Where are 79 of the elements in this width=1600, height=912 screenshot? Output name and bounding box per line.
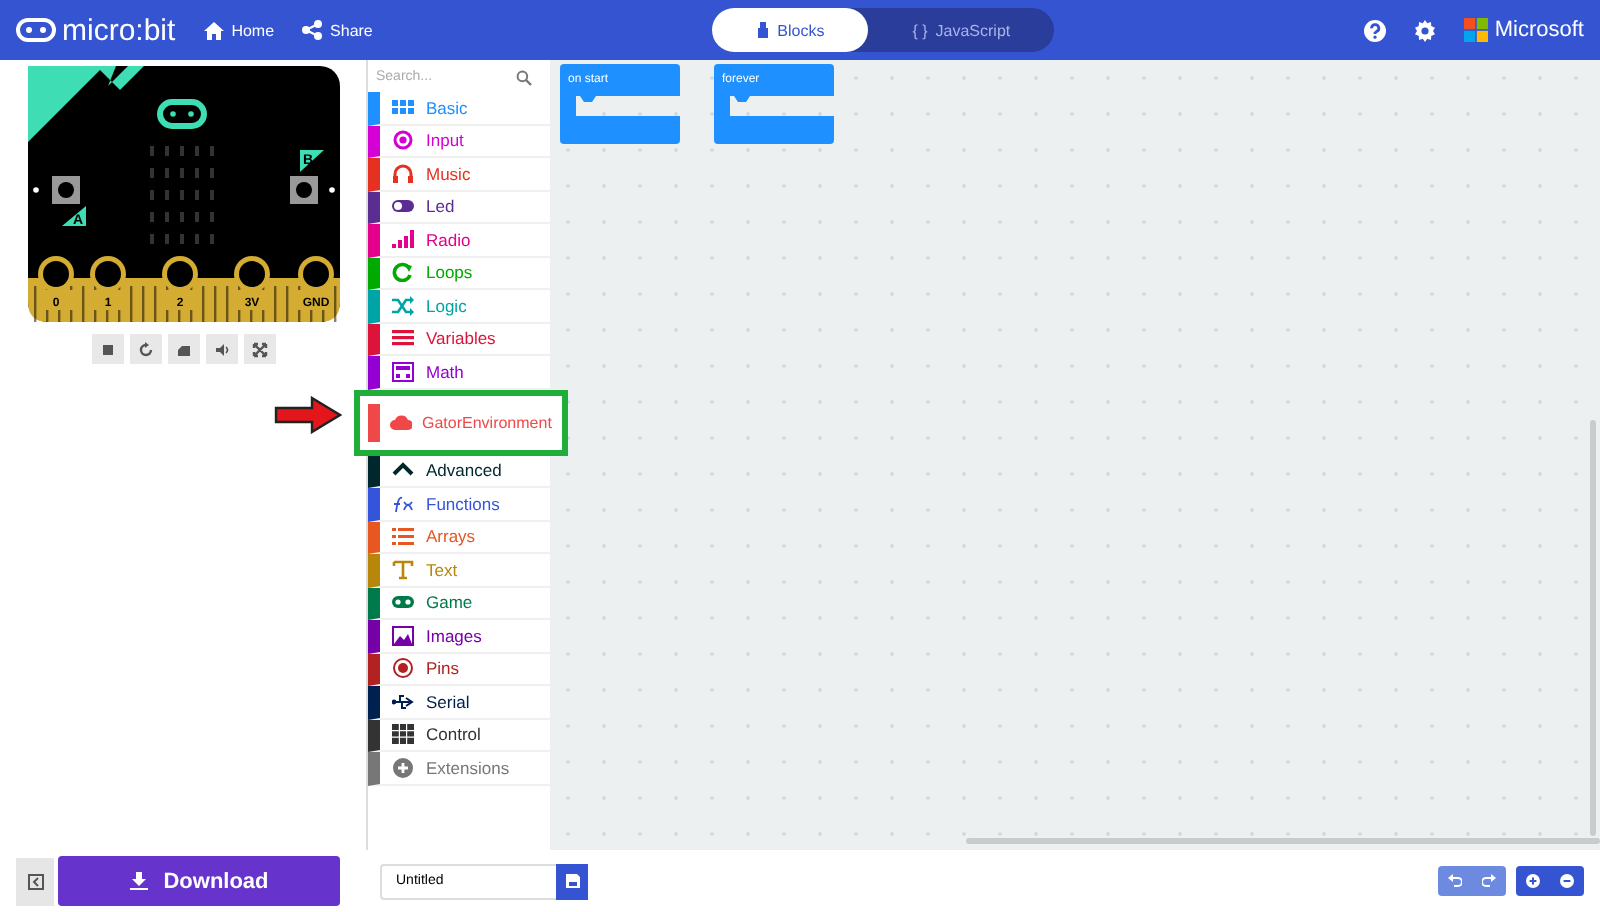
download-icon [129, 872, 148, 890]
category-item[interactable]: Arrays [368, 521, 550, 554]
category-item[interactable]: Functions [368, 488, 550, 521]
scrollbar[interactable] [966, 838, 1600, 844]
editor-tab[interactable]: { } JavaScript [868, 8, 1055, 52]
category-item[interactable]: Control [368, 719, 550, 752]
calculator-icon [392, 361, 414, 382]
zoom-in-button[interactable] [1516, 866, 1550, 896]
category-item[interactable]: Text [368, 554, 550, 587]
text-cursor-icon [392, 559, 414, 580]
category-item[interactable]: Led [368, 191, 550, 224]
zoom-in-icon [1526, 874, 1540, 888]
list-icon [392, 526, 414, 547]
collapse-button[interactable] [16, 857, 54, 905]
company-name: Microsoft [1494, 18, 1584, 42]
category-item[interactable]: GatorEnvironment [368, 403, 556, 441]
zoom-out-button[interactable] [1550, 866, 1584, 896]
restart-button[interactable] [129, 334, 161, 364]
brand-name: micro:bit [62, 13, 176, 47]
image-icon [392, 625, 414, 646]
home-icon [203, 21, 224, 39]
category-item[interactable]: Basic [368, 92, 550, 125]
redo-button[interactable] [1472, 866, 1506, 896]
microbit-logo-icon [16, 18, 56, 42]
speaker-button[interactable] [205, 334, 237, 364]
headphones-icon [392, 163, 414, 184]
loop-arrow-icon [392, 262, 414, 283]
pin-icon [392, 658, 414, 679]
gamepad-icon [392, 592, 414, 613]
target-icon [392, 130, 414, 151]
cloud-icon [390, 412, 412, 432]
shuffle-icon [392, 295, 414, 316]
signal-icon [392, 229, 414, 250]
category-item[interactable]: Logic [368, 290, 550, 323]
category-item[interactable]: Images [368, 620, 550, 653]
home-button[interactable]: Home [203, 20, 275, 40]
category-item[interactable]: Extensions [368, 752, 550, 785]
category-item[interactable]: Pins [368, 653, 550, 686]
restart-icon [137, 341, 153, 357]
collapse-icon [27, 873, 43, 889]
share-icon [302, 20, 323, 40]
grid-block-icon [392, 724, 414, 745]
undo-icon [1448, 874, 1462, 888]
grid-icon [392, 97, 414, 118]
search-icon[interactable] [516, 69, 532, 85]
download-button[interactable]: Download [58, 856, 340, 906]
share-button[interactable]: Share [302, 20, 373, 40]
annotation-arrow [274, 396, 342, 434]
save-button[interactable] [556, 863, 588, 899]
category-item[interactable]: Game [368, 587, 550, 620]
editor-tab[interactable]: Blocks [711, 8, 869, 52]
zoom-out-icon [1560, 874, 1574, 888]
microsoft-logo-icon [1464, 18, 1489, 42]
stop-icon [99, 341, 115, 357]
category-item[interactable]: Radio [368, 224, 550, 257]
fullscreen-button[interactable] [243, 334, 275, 364]
category-item[interactable]: Input [368, 125, 550, 158]
redo-icon [1482, 874, 1496, 888]
category-item[interactable]: Loops [368, 257, 550, 290]
toggle-icon [392, 196, 414, 217]
category-item[interactable]: Variables [368, 323, 550, 356]
fullscreen-icon [251, 341, 267, 357]
braces-icon: { } [912, 21, 928, 39]
usb-icon [392, 691, 414, 712]
help-icon[interactable] [1364, 19, 1387, 41]
stop-button[interactable] [91, 334, 123, 364]
plus-circle-icon [392, 757, 414, 778]
chevron-up-icon [392, 460, 414, 481]
category-item[interactable]: Serial [368, 686, 550, 719]
category-item[interactable]: Music [368, 158, 550, 191]
save-icon [565, 874, 579, 888]
function-icon [392, 493, 414, 514]
category-item[interactable]: Advanced [368, 455, 550, 488]
settings-icon[interactable] [1414, 19, 1437, 41]
speaker-icon [213, 341, 229, 357]
category-item[interactable]: Math [368, 356, 550, 389]
lines-icon [392, 328, 414, 349]
scrollbar[interactable] [1590, 420, 1596, 836]
undo-button[interactable] [1438, 866, 1472, 896]
